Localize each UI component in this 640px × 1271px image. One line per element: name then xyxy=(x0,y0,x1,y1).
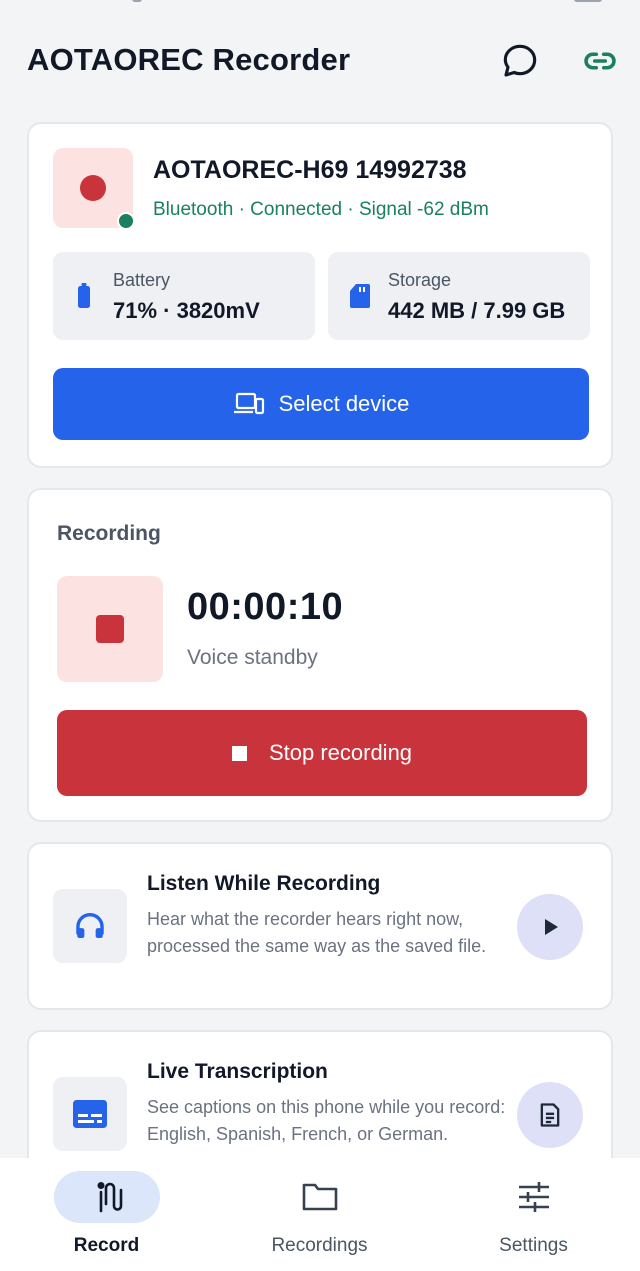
nav-item-recordings[interactable]: Recordings xyxy=(213,1158,426,1271)
recording-state: Voice standby xyxy=(187,646,318,669)
nav-icon-container xyxy=(267,1171,373,1223)
headphones-icon xyxy=(53,889,127,963)
captions-icon xyxy=(53,1077,127,1151)
app-header: AOTAOREC Recorder xyxy=(0,0,640,120)
nav-label-settings: Settings xyxy=(499,1235,568,1256)
recording-indicator xyxy=(57,576,163,682)
sd-card-icon xyxy=(348,282,372,310)
battery-tile: Battery 71% · 3820mV xyxy=(53,252,315,340)
feature-title: Live Transcription xyxy=(147,1060,328,1083)
select-device-label: Select device xyxy=(278,391,410,416)
app-screen: AOTAOREC Recorder AOTAOREC-H69 14992738 … xyxy=(0,0,640,1271)
record-dot-icon xyxy=(80,175,106,201)
nav-label-record: Record xyxy=(73,1235,140,1256)
battery-icon xyxy=(75,282,93,310)
record-icon xyxy=(97,1182,122,1213)
stop-recording-label: Stop recording xyxy=(268,740,413,765)
device-connection-status: Bluetooth · Connected · Signal -62 dBm xyxy=(153,199,489,220)
storage-value: 442 MB / 7.99 GB xyxy=(388,298,566,323)
connected-indicator-icon xyxy=(117,212,135,230)
device-avatar xyxy=(53,148,135,230)
stop-icon xyxy=(231,745,247,761)
link-icon[interactable] xyxy=(577,38,623,84)
document-icon xyxy=(540,1103,560,1127)
feature-description: Hear what the recorder hears right now, … xyxy=(147,909,487,956)
select-device-button[interactable]: Select device xyxy=(53,368,589,440)
nav-item-settings[interactable]: Settings xyxy=(427,1158,640,1271)
listen-while-recording-card[interactable]: Listen While Recording Hear what the rec… xyxy=(27,842,613,1010)
bottom-navigation: Record Recordings Settings xyxy=(0,1158,640,1271)
nav-label-recordings: Recordings xyxy=(271,1235,368,1256)
app-title: AOTAOREC Recorder xyxy=(27,42,351,77)
devices-icon xyxy=(233,391,265,417)
folder-icon xyxy=(302,1183,337,1211)
device-card: AOTAOREC-H69 14992738 Bluetooth · Connec… xyxy=(27,122,613,468)
nav-item-record[interactable]: Record xyxy=(0,1158,213,1271)
battery-value: 71% · 3820mV xyxy=(113,298,260,323)
feature-title: Listen While Recording xyxy=(147,872,381,895)
nav-icon-container xyxy=(481,1171,587,1223)
device-name: AOTAOREC-H69 14992738 xyxy=(153,156,467,184)
stop-recording-button[interactable]: Stop recording xyxy=(57,710,587,796)
transcript-button[interactable] xyxy=(517,1082,583,1148)
nav-active-indicator xyxy=(53,1171,160,1223)
sliders-icon xyxy=(518,1182,549,1212)
feature-description: See captions on this phone while you rec… xyxy=(147,1097,506,1144)
recording-card: Recording 00:00:10 Voice standby Stop re… xyxy=(27,488,613,822)
stop-square-icon xyxy=(96,615,124,643)
battery-label: Battery xyxy=(113,270,171,290)
play-icon xyxy=(545,919,558,935)
recording-section-label: Recording xyxy=(57,522,161,545)
play-button[interactable] xyxy=(517,894,583,960)
storage-label: Storage xyxy=(388,270,452,290)
chat-bubble-icon[interactable] xyxy=(497,38,543,84)
recording-timer: 00:00:10 xyxy=(187,586,344,628)
storage-tile: Storage 442 MB / 7.99 GB xyxy=(328,252,590,340)
